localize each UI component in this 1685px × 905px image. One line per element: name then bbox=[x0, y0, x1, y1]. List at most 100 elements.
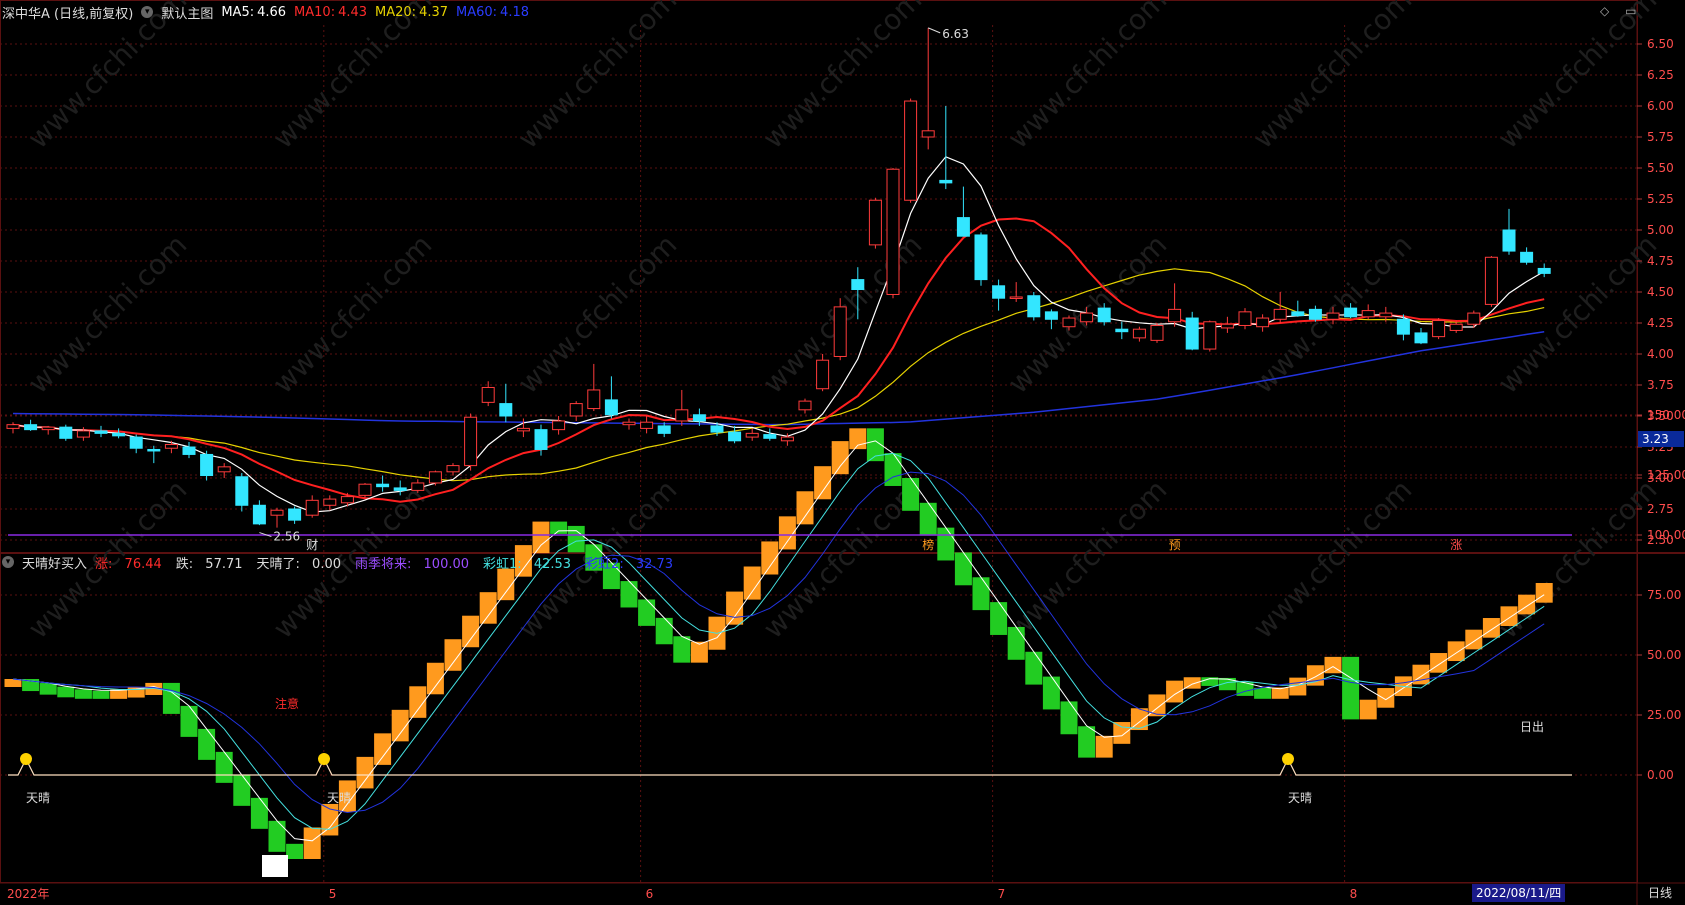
stock-name[interactable]: 深中华A (日线,前复权) bbox=[2, 3, 133, 22]
candle-body bbox=[798, 400, 812, 411]
rb2-value: 32.73 bbox=[635, 556, 674, 572]
candle-body bbox=[604, 399, 618, 416]
candle-body bbox=[1009, 296, 1023, 299]
price-tick-label: 4.00 bbox=[1647, 347, 1674, 361]
main-chart-header: 深中华A (日线,前复权) ▾ 默认主图 MA5: 4.66 MA10: 4.43 … bbox=[2, 1, 537, 23]
candle-body bbox=[376, 483, 390, 488]
osc-block bbox=[1007, 626, 1025, 660]
watermark-text: www.cfchi.com bbox=[22, 0, 194, 155]
osc-block bbox=[1535, 583, 1553, 603]
candle-body bbox=[428, 471, 442, 484]
price-tick-label: 4.50 bbox=[1647, 285, 1674, 299]
attention-label: 注意 bbox=[275, 696, 299, 711]
candle-body bbox=[1432, 320, 1446, 338]
ma20-label: MA20: bbox=[375, 4, 417, 20]
candle-body bbox=[1097, 307, 1111, 323]
candle-body bbox=[1256, 317, 1270, 328]
osc-tick-label: 75.00 bbox=[1647, 588, 1681, 602]
osc-block bbox=[1183, 677, 1201, 689]
osc-block bbox=[990, 602, 1008, 635]
candle-body bbox=[1132, 328, 1146, 339]
osc-block bbox=[1430, 653, 1448, 673]
dropdown-icon[interactable]: ▾ bbox=[2, 556, 14, 568]
osc-tick-label: 125.00 bbox=[1647, 468, 1685, 482]
diamond-icon[interactable]: ◇ bbox=[1600, 4, 1609, 18]
sub-indicator-name[interactable]: 天晴好买入 bbox=[22, 553, 87, 572]
osc-block bbox=[972, 577, 990, 611]
osc-block bbox=[286, 843, 304, 859]
candle-body bbox=[833, 306, 847, 357]
osc-block bbox=[250, 797, 268, 829]
time-axis-label: 5 bbox=[329, 887, 337, 901]
candle-body bbox=[1326, 312, 1340, 320]
candle-body bbox=[622, 421, 636, 426]
candle-body bbox=[1361, 310, 1375, 318]
osc-block bbox=[92, 690, 110, 699]
high-price-label: 6.63 bbox=[942, 27, 969, 41]
osc-block bbox=[550, 521, 568, 534]
price-tick-label: 5.00 bbox=[1647, 223, 1674, 237]
ma60-label: MA60: bbox=[456, 4, 498, 20]
price-tick-label: 5.75 bbox=[1647, 130, 1674, 144]
price-tick-label: 5.25 bbox=[1647, 192, 1674, 206]
watermark-text: www.cfchi.com bbox=[1002, 473, 1174, 645]
candle-body bbox=[992, 285, 1006, 299]
osc-block bbox=[39, 683, 57, 695]
smiley-icon bbox=[20, 753, 32, 765]
candle-body bbox=[323, 498, 337, 506]
candle-body bbox=[94, 430, 108, 434]
high-pointer bbox=[928, 27, 941, 34]
candle-body bbox=[1291, 311, 1305, 317]
candle-body bbox=[921, 130, 935, 138]
osc-block bbox=[1113, 722, 1131, 744]
osc-tick-label: 150.00 bbox=[1647, 408, 1685, 422]
candle-body bbox=[340, 496, 354, 504]
time-axis-label: 2022年 bbox=[7, 887, 50, 901]
osc-block bbox=[1482, 618, 1500, 638]
candle-body bbox=[411, 482, 425, 491]
candle-body bbox=[675, 409, 689, 422]
dropdown-icon[interactable]: ▾ bbox=[141, 6, 154, 18]
candle-body bbox=[886, 168, 900, 295]
osc-block bbox=[567, 525, 585, 553]
osc-block bbox=[673, 636, 691, 663]
ma5-label: MA5: bbox=[221, 4, 255, 20]
die-value: 57.71 bbox=[205, 556, 243, 572]
candle-body bbox=[1168, 308, 1182, 323]
candle-body bbox=[288, 508, 302, 521]
rain-value: 100.00 bbox=[423, 556, 470, 572]
candle-body bbox=[217, 466, 231, 473]
watermark-text: www.cfchi.com bbox=[1002, 0, 1174, 155]
candle-body bbox=[182, 446, 196, 455]
osc-block bbox=[1500, 606, 1518, 627]
candle-body bbox=[499, 403, 513, 417]
candle-body bbox=[692, 414, 706, 422]
main-indicator-name[interactable]: 默认主图 bbox=[161, 3, 213, 22]
osc-block bbox=[1518, 594, 1536, 615]
restore-icon[interactable]: ▭ bbox=[1625, 4, 1636, 18]
osc-block bbox=[1377, 688, 1395, 708]
candle-body bbox=[1520, 251, 1534, 263]
osc-block bbox=[1342, 656, 1360, 720]
osc-block bbox=[937, 527, 955, 561]
candle-body bbox=[446, 465, 460, 473]
ma5-value: 4.66 bbox=[257, 4, 287, 20]
price-tick-label: 6.00 bbox=[1647, 99, 1674, 113]
watermark-text: www.cfchi.com bbox=[1247, 473, 1419, 645]
osc-block bbox=[1060, 701, 1078, 735]
period-label[interactable]: 日线 bbox=[1648, 884, 1672, 902]
rb1-value: 42.53 bbox=[533, 556, 572, 572]
osc-block bbox=[57, 686, 75, 698]
chart-canvas[interactable]: www.cfchi.com www.cfchi.com www.cfchi.com w… bbox=[0, 0, 1685, 905]
osc-block bbox=[198, 728, 216, 760]
candle-body bbox=[358, 483, 372, 496]
window-controls: ◇ ▭ bbox=[1600, 4, 1636, 18]
candle-body bbox=[393, 487, 407, 491]
price-tick-label: 6.25 bbox=[1647, 68, 1674, 82]
selected-date-tag: 2022/08/11/四 bbox=[1472, 884, 1566, 902]
candle-body bbox=[200, 453, 214, 477]
osc-block bbox=[74, 689, 92, 699]
osc-block bbox=[849, 428, 867, 450]
candle-body bbox=[1449, 323, 1463, 331]
zhang-value: 76.44 bbox=[124, 556, 162, 572]
